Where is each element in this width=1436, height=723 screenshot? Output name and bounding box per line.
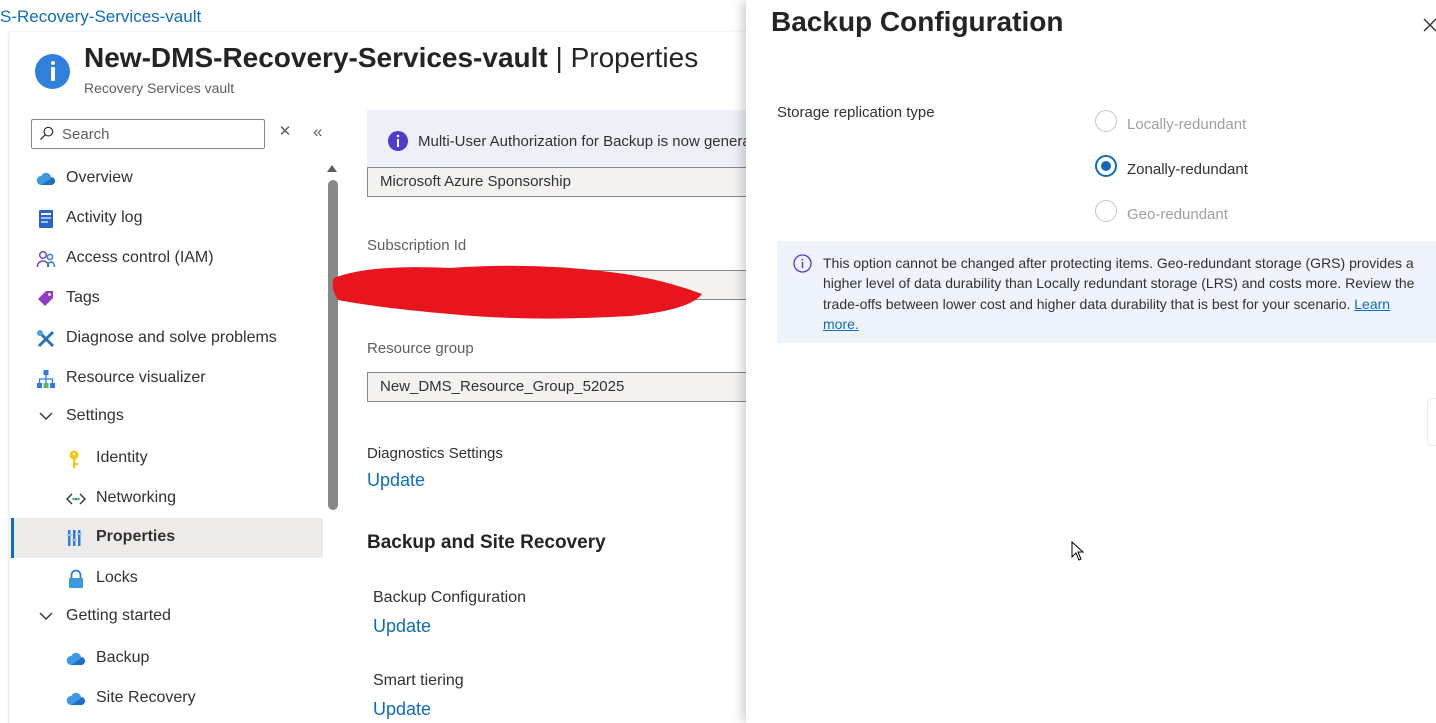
- radio-geo-redundant[interactable]: [1095, 200, 1117, 222]
- sidebar-item-overview[interactable]: Overview: [14, 159, 323, 199]
- storage-replication-label: Storage replication type: [777, 104, 935, 121]
- vault-name: New-DMS-Recovery-Services-vault: [84, 42, 548, 73]
- info-icon: [388, 131, 408, 151]
- smart-tiering-label: Smart tiering: [373, 672, 464, 689]
- people-icon: [36, 250, 56, 268]
- sidebar-item-label: Tags: [66, 289, 100, 306]
- diagnostics-label: Diagnostics Settings: [367, 445, 503, 462]
- chevron-down-icon: [39, 612, 53, 620]
- breadcrumb-vault-link[interactable]: S-Recovery-Services-vault: [0, 7, 201, 27]
- wrench-icon: [37, 330, 55, 348]
- search-placeholder: Search: [62, 126, 110, 143]
- sidebar-item-label: Resource visualizer: [66, 369, 206, 386]
- info-text: This option cannot be changed after prot…: [823, 253, 1423, 334]
- search-icon: [39, 126, 54, 141]
- collapse-menu-button[interactable]: «: [313, 123, 331, 142]
- sidebar-item-properties[interactable]: Properties: [14, 518, 323, 558]
- chevron-down-icon: [39, 412, 53, 420]
- smart-tiering-update-link[interactable]: Update: [373, 699, 431, 720]
- title-separator: |: [547, 42, 571, 73]
- redaction-mark: [332, 265, 702, 319]
- banner-text: Multi-User Authorization for Backup is n…: [418, 133, 750, 150]
- radio-label-geo-redundant: Geo-redundant: [1127, 206, 1228, 223]
- backup-configuration-panel: Backup Configuration Storage replication…: [746, 0, 1436, 723]
- sidebar-item-label: Properties: [96, 528, 176, 545]
- active-indicator: [11, 518, 14, 558]
- hierarchy-icon: [37, 370, 55, 388]
- backup-config-update-link[interactable]: Update: [373, 616, 431, 637]
- sidebar-group-label: Getting started: [66, 607, 171, 624]
- close-icon[interactable]: [1421, 16, 1436, 34]
- lock-icon: [69, 569, 83, 588]
- sidebar-item-tags[interactable]: Tags: [14, 279, 323, 319]
- sidebar-item-label: Diagnose and solve problems: [66, 329, 277, 346]
- sidebar-item-site-recovery[interactable]: Site Recovery: [14, 679, 323, 719]
- panel-title: Backup Configuration: [771, 6, 1064, 37]
- sidebar-group-label: Settings: [66, 407, 124, 424]
- sidebar-item-label: Activity log: [66, 209, 143, 226]
- key-icon: [69, 450, 79, 468]
- network-icon: [66, 493, 86, 505]
- mouse-cursor-icon: [1071, 541, 1085, 561]
- backup-config-label: Backup Configuration: [373, 589, 526, 606]
- panel-edge-tab[interactable]: [1427, 398, 1436, 446]
- search-input[interactable]: Search: [31, 119, 265, 149]
- sidebar-item-identity[interactable]: Identity: [14, 439, 323, 479]
- page-subtitle: Recovery Services vault: [84, 80, 235, 96]
- info-message: This option cannot be changed after prot…: [777, 241, 1436, 343]
- diagnostics-update-link[interactable]: Update: [367, 470, 425, 491]
- page-title: New-DMS-Recovery-Services-vault | Proper…: [84, 42, 698, 74]
- scroll-up-arrow[interactable]: [326, 162, 338, 174]
- resource-group-field: New_DMS_Resource_Group_52025: [367, 372, 750, 402]
- cloud-icon: [36, 172, 55, 185]
- cloud-icon: [66, 652, 85, 665]
- sidebar-item-label: Locks: [96, 569, 138, 586]
- activity-log-icon: [39, 210, 53, 228]
- sidebar-item-label: Identity: [96, 449, 148, 466]
- info-icon: [35, 54, 70, 89]
- info-banner: Multi-User Authorization for Backup is n…: [367, 110, 750, 172]
- sidebar-item-label: Overview: [66, 169, 133, 186]
- radio-locally-redundant[interactable]: [1095, 110, 1117, 132]
- sidebar-group-getting-started[interactable]: Getting started: [14, 597, 323, 637]
- radio-label-locally-redundant: Locally-redundant: [1127, 116, 1247, 133]
- sidebar-item-networking[interactable]: Networking: [14, 479, 323, 519]
- sidebar-item-resource-visualizer[interactable]: Resource visualizer: [14, 359, 323, 399]
- sidebar-item-activity-log[interactable]: Activity log: [14, 199, 323, 239]
- subscription-value: Microsoft Azure Sponsorship: [380, 173, 571, 190]
- sidebar-group-settings[interactable]: Settings: [14, 397, 323, 437]
- radio-label-zonally-redundant: Zonally-redundant: [1127, 161, 1248, 178]
- info-body: This option cannot be changed after prot…: [823, 255, 1415, 312]
- resource-group-value: New_DMS_Resource_Group_52025: [380, 378, 625, 395]
- cloud-icon: [66, 692, 85, 705]
- subscription-id-label: Subscription Id: [367, 237, 467, 254]
- page-name: Properties: [570, 42, 699, 73]
- section-title: Backup and Site Recovery: [367, 532, 606, 553]
- radio-zonally-redundant[interactable]: [1095, 155, 1117, 177]
- info-icon: [793, 254, 812, 273]
- sidebar-item-access-control[interactable]: Access control (IAM): [14, 239, 323, 279]
- sidebar-item-diagnose[interactable]: Diagnose and solve problems: [14, 319, 323, 359]
- sidebar-item-label: Backup: [96, 649, 150, 666]
- resource-group-label: Resource group: [367, 340, 474, 357]
- clear-search-button[interactable]: ✕: [277, 124, 293, 140]
- properties-icon: [67, 530, 82, 546]
- sidebar-scrollbar[interactable]: [328, 180, 338, 510]
- sidebar-item-label: Access control (IAM): [66, 249, 214, 266]
- subscription-field: Microsoft Azure Sponsorship: [367, 167, 750, 197]
- sidebar-item-locks[interactable]: Locks: [14, 559, 323, 599]
- sidebar-item-backup[interactable]: Backup: [14, 639, 323, 679]
- sidebar-item-label: Networking: [96, 489, 177, 506]
- sidebar-item-label: Site Recovery: [96, 689, 196, 706]
- tag-icon: [38, 291, 53, 306]
